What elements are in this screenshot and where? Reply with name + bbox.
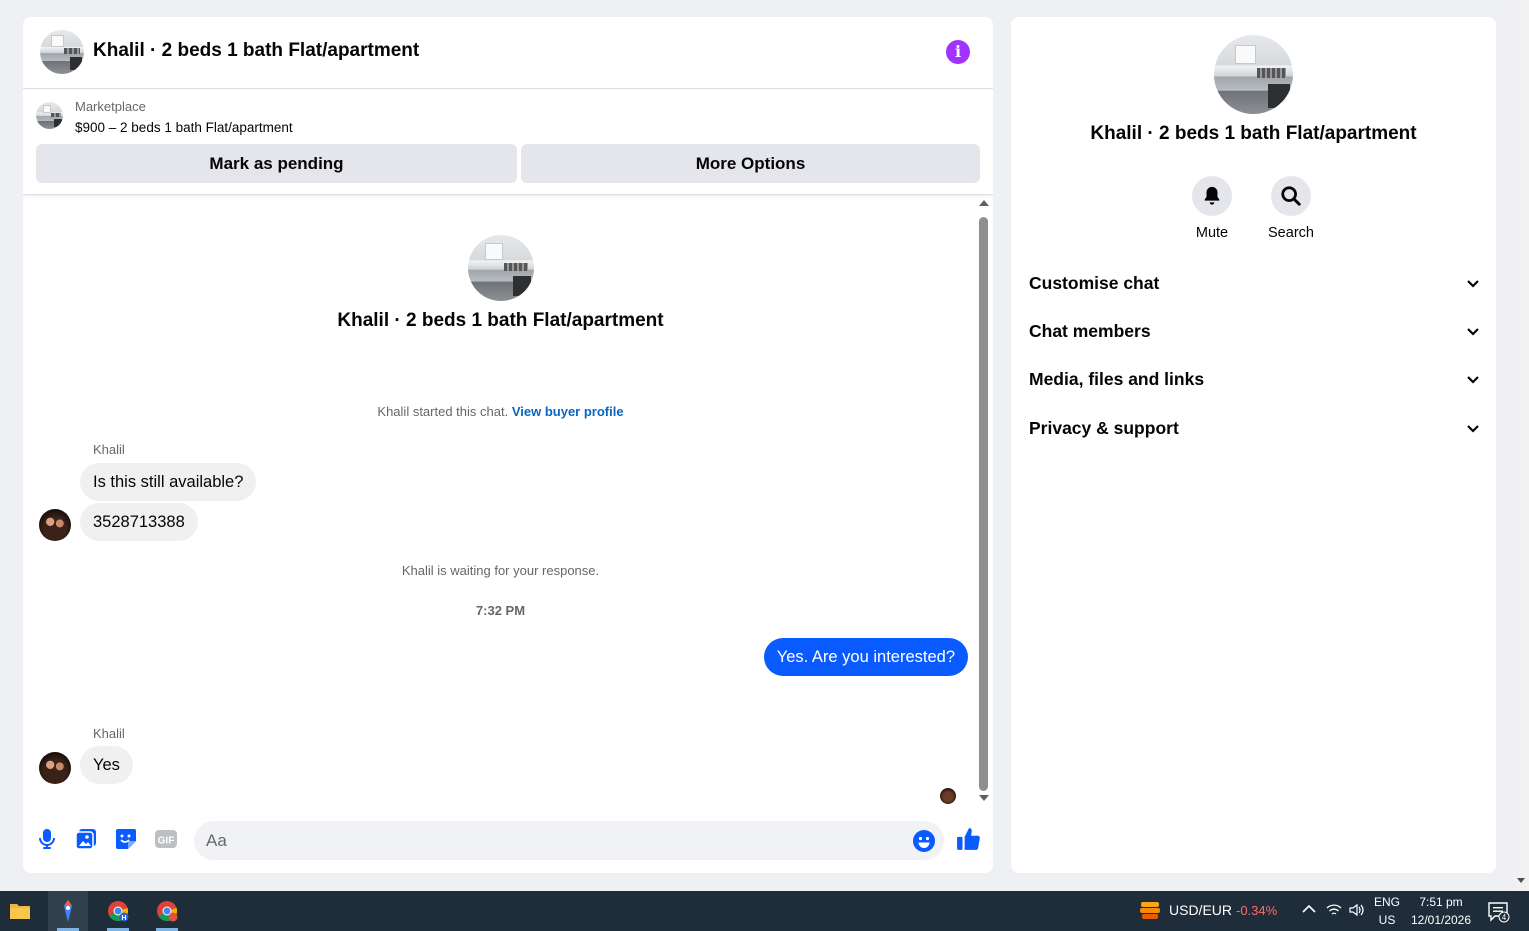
gif-label: GIF [158, 836, 175, 847]
gif-icon[interactable]: GIF [154, 827, 178, 851]
app-icon[interactable] [48, 891, 88, 931]
listing-price[interactable]: $900 – 2 beds 1 bath Flat/apartment [75, 120, 293, 135]
mute-button-circle[interactable] [1192, 176, 1232, 216]
window-scroll-down-arrow[interactable] [1517, 878, 1525, 883]
info-title: Khalil · 2 beds 1 bath Flat/apartment [1090, 123, 1417, 144]
language-label: ENG [1373, 895, 1400, 909]
conversation-avatar [468, 235, 534, 301]
notification-count: 4 [1502, 913, 1507, 922]
sender-avatar[interactable] [39, 752, 71, 784]
chrome-icon[interactable]: H [98, 891, 138, 931]
mark-as-pending-button[interactable]: Mark as pending [36, 144, 517, 183]
waiting-response-notice: Khalil is waiting for your response. [401, 563, 600, 578]
section-privacy-support[interactable]: Privacy & support [1029, 413, 1481, 443]
seen-indicator-avatar [940, 788, 956, 804]
currency-widget-icon[interactable] [1138, 900, 1162, 922]
section-label: Customise chat [1029, 273, 1160, 293]
section-customise-chat[interactable]: Customise chat [1029, 268, 1481, 298]
message-sender-name: Khalil [93, 442, 125, 457]
clock-time: 7:51 pm [1419, 895, 1463, 909]
info-icon[interactable]: i [946, 40, 970, 64]
svg-text:H: H [121, 915, 126, 922]
chat-started-notice: Khalil started this chat. View buyer pro… [23, 404, 978, 419]
chat-started-text: Khalil started this chat. [377, 404, 509, 419]
section-media-files-links[interactable]: Media, files and links [1029, 364, 1481, 394]
taskbar: H USD/EUR -0.34% ENG US 7:51 pm 12/01/20… [0, 891, 1529, 931]
conversation-title: Khalil · 2 beds 1 bath Flat/apartment [337, 310, 664, 331]
ticker-change[interactable]: -0.34% [1236, 903, 1277, 918]
microphone-icon[interactable] [35, 827, 59, 851]
chat-header: Khalil · 2 beds 1 bath Flat/apartment i [23, 17, 993, 89]
chevron-down-icon [1467, 280, 1479, 288]
message-bubble[interactable]: Is this still available? [80, 463, 257, 501]
info-avatar [1214, 35, 1293, 114]
listing-thumbnail[interactable] [36, 102, 63, 129]
sender-avatar[interactable] [39, 509, 71, 541]
mute-button[interactable]: Mute [1172, 176, 1252, 241]
scroll-down-arrow[interactable] [979, 795, 989, 801]
emoji-icon[interactable] [912, 829, 936, 853]
listing-avatar[interactable] [40, 30, 84, 74]
section-label: Chat members [1029, 321, 1151, 341]
window-scrollbar[interactable] [1514, 0, 1529, 891]
scroll-up-arrow[interactable] [979, 200, 989, 206]
input-language[interactable]: ENG US [1371, 895, 1403, 928]
region-label: US [1378, 913, 1396, 927]
message-input-box[interactable] [194, 821, 944, 860]
section-chat-members[interactable]: Chat members [1029, 316, 1481, 346]
search-button[interactable]: Search [1251, 176, 1331, 241]
search-icon [1281, 186, 1301, 206]
view-buyer-profile-link[interactable]: View buyer profile [512, 404, 624, 419]
chat-scrollbar[interactable] [978, 197, 990, 805]
volume-icon[interactable] [1349, 903, 1365, 917]
chevron-down-icon [1467, 425, 1479, 433]
message-composer: GIF [23, 817, 993, 863]
search-button-circle[interactable] [1271, 176, 1311, 216]
sticker-icon[interactable] [114, 827, 138, 851]
marketplace-listing-bar: Marketplace $900 – 2 beds 1 bath Flat/ap… [23, 89, 993, 195]
message-bubble[interactable]: Yes [80, 746, 133, 784]
notification-icon[interactable]: 4 [1487, 901, 1511, 923]
clock-date: 12/01/2026 [1410, 913, 1472, 927]
section-label: Privacy & support [1029, 418, 1179, 438]
chevron-up-icon[interactable] [1302, 904, 1316, 914]
chat-panel: Khalil · 2 beds 1 bath Flat/apartment i … [23, 17, 993, 873]
message-timestamp: 7:32 PM [475, 603, 526, 618]
bell-icon [1204, 186, 1220, 205]
chat-title[interactable]: Khalil · 2 beds 1 bath Flat/apartment [93, 40, 419, 62]
clock[interactable]: 7:51 pm 12/01/2026 [1406, 895, 1476, 928]
photo-icon[interactable] [74, 827, 98, 851]
section-label: Media, files and links [1029, 369, 1205, 389]
ticker-name[interactable]: USD/EUR [1169, 902, 1232, 918]
chevron-down-icon [1467, 376, 1479, 384]
search-label: Search [1268, 225, 1314, 241]
sent-message-bubble[interactable]: Yes. Are you interested? [763, 638, 968, 676]
message-bubble[interactable]: 3528713388 [80, 503, 198, 541]
network-icon[interactable] [1326, 903, 1342, 917]
conversation-info-panel: Khalil · 2 beds 1 bath Flat/apartment Mu… [1011, 17, 1496, 873]
file-explorer-icon[interactable] [0, 891, 40, 931]
message-sender-name: Khalil [93, 726, 125, 741]
scroll-thumb[interactable] [979, 217, 988, 791]
more-options-button[interactable]: More Options [521, 144, 980, 183]
message-input[interactable] [206, 821, 886, 860]
mute-label: Mute [1195, 225, 1229, 241]
listing-source: Marketplace [75, 99, 146, 114]
thumbs-up-icon[interactable] [956, 826, 982, 852]
chevron-down-icon [1467, 328, 1479, 336]
chrome-icon[interactable] [147, 891, 187, 931]
